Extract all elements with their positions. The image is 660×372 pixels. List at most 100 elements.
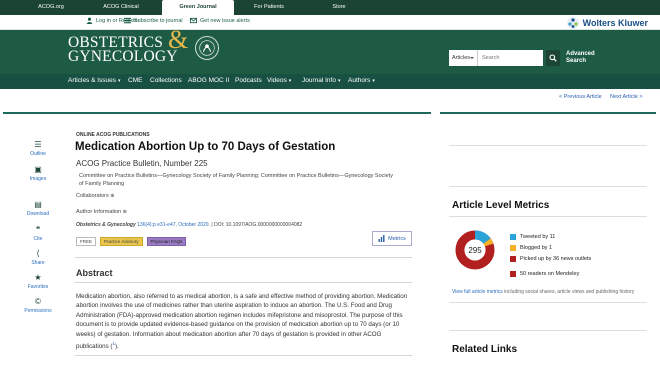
publisher-logo[interactable]: Wolters Kluwer <box>566 17 648 29</box>
alerts-link[interactable]: Get new issue alerts <box>190 17 250 24</box>
subscribe-label: Subscribe to journal <box>134 17 183 24</box>
abstract-heading: Abstract <box>76 268 113 278</box>
legend-mendeley-label: 50 readers on Mendeley <box>520 271 580 277</box>
legend-tweeted[interactable]: Tweeted by 11 <box>510 234 555 240</box>
search-scope-select[interactable]: Articles <box>449 50 478 66</box>
nav-abog-moc[interactable]: ABOG MOC II <box>188 77 229 84</box>
history-link[interactable]: History ▾ <box>558 151 584 158</box>
nav-journal-info[interactable]: Journal Info ▾ <box>302 77 340 84</box>
sidebar-item-permissions[interactable]: © Permissions <box>20 298 56 315</box>
sidebar-item-share[interactable]: ⟨ Share <box>20 249 56 267</box>
abstract-body: Medication abortion, also referred to as… <box>76 293 408 351</box>
nav-podcasts[interactable]: Podcasts <box>235 77 262 84</box>
nav-authors-label: Authors <box>348 77 371 84</box>
nav-journal-info-label: Journal Info <box>302 77 336 84</box>
user-icon <box>86 17 93 24</box>
sidebar-item-label: Permissions <box>24 308 52 314</box>
sidebar-item-download[interactable]: ▤ Download <box>20 200 56 218</box>
sidebar-item-favorites[interactable]: ★ Favorites <box>20 273 56 291</box>
mendeley-swatch-icon <box>510 271 516 277</box>
subscribe-link[interactable]: Subscribe to journal <box>124 17 183 24</box>
previous-article-link[interactable]: < Previous Article <box>559 94 602 100</box>
collaborators-toggle[interactable]: Collaborators ⊕ <box>76 193 114 199</box>
author-information-toggle[interactable]: Author Information ⊕ <box>76 209 127 215</box>
main-nav: Articles & Issues ▾ CME Collections ABOG … <box>0 74 660 158</box>
file-download-icon: ▤ <box>34 200 42 209</box>
chevron-down-icon: ▾ <box>288 78 292 84</box>
nav-videos[interactable]: Videos ▾ <box>267 77 291 84</box>
top-network-nav: ACOG.org ACOG Clinical Green Journal For… <box>0 0 660 15</box>
publisher-name: Wolters Kluwer <box>582 18 648 28</box>
journal-header: OBSTETRICS GYNECOLOGY & Articles Advance… <box>0 27 660 74</box>
article-kicker: ONLINE ACOG PUBLICATIONS <box>76 132 150 138</box>
sidebar-item-cite[interactable]: ❝ Cite <box>20 226 56 243</box>
topnav-for-patients[interactable]: For Patients <box>234 0 304 15</box>
acog-seal-icon <box>195 36 219 60</box>
expand-icon: ⊕ <box>122 209 127 215</box>
full-metrics-rest: including social shares, article views a… <box>502 289 635 295</box>
divider <box>449 216 647 217</box>
article-authors: Committee on Practice Bulletins—Gynecolo… <box>79 173 393 187</box>
sidebar-item-outline[interactable]: ☰ Outline <box>20 140 56 158</box>
wolters-kluwer-logo-icon <box>566 17 579 29</box>
logo-ampersand: & <box>168 25 189 54</box>
search-button[interactable] <box>546 50 560 66</box>
full-metrics-link[interactable]: View full article metrics <box>452 289 503 295</box>
chevron-down-icon: ▾ <box>337 78 341 84</box>
logo-line-2: GYNECOLOGY <box>68 48 178 65</box>
divider <box>449 302 647 303</box>
full-metrics-line: View full article metrics including soci… <box>452 289 634 295</box>
advanced-search-link[interactable]: Advanced Search <box>566 51 598 65</box>
sidebar-item-label: Favorites <box>27 284 49 290</box>
related-links-heading: Related Links <box>452 344 518 355</box>
twitter-swatch-icon <box>510 234 516 240</box>
volume-issue[interactable]: 136(4):p e31-e47, October 2020. <box>137 222 210 228</box>
share-icon: ⟨ <box>36 249 40 258</box>
article-subtitle: ACOG Practice Bulletin, Number 225 <box>76 159 208 168</box>
right-panel <box>440 112 656 114</box>
search-input[interactable] <box>478 50 543 66</box>
mail-icon <box>190 17 197 24</box>
journal-logo[interactable]: OBSTETRICS GYNECOLOGY & <box>68 27 188 65</box>
nav-cme[interactable]: CME <box>128 77 142 84</box>
legend-blogged-label: Blogged by 1 <box>520 245 553 251</box>
abstract-text: Medication abortion, also referred to as… <box>76 292 410 352</box>
outline-icon: ☰ <box>34 140 42 149</box>
divider <box>75 257 412 258</box>
chevron-down-icon: ▾ <box>372 78 375 84</box>
topnav-acog-org[interactable]: ACOG.org <box>16 0 86 15</box>
next-article-link[interactable]: Next Article > <box>610 94 643 100</box>
blog-swatch-icon <box>510 245 516 251</box>
topnav-store[interactable]: Store <box>304 0 374 15</box>
topnav-acog-clinical[interactable]: ACOG Clinical <box>86 0 156 15</box>
legend-news-label: Picked up by 36 news outlets <box>520 256 592 262</box>
article-title: Medication Abortion Up to 70 Days of Ges… <box>75 141 336 153</box>
collaborators-label: Collaborators <box>76 193 109 199</box>
history-label: History <box>558 151 579 158</box>
nav-articles-issues[interactable]: Articles & Issues ▾ <box>68 77 121 84</box>
image-icon: ▣ <box>34 165 42 174</box>
author-information-label: Author Information <box>76 209 122 215</box>
altmetric-donut[interactable]: 295 <box>454 229 496 271</box>
nav-authors[interactable]: Authors ▾ <box>348 77 375 84</box>
sidebar-item-label: Images <box>29 176 47 182</box>
legend-news[interactable]: Picked up by 36 news outlets <box>510 256 591 262</box>
chevron-down-icon: ▾ <box>581 152 584 158</box>
journal-name: Obstetrics & Gynecology <box>76 222 136 228</box>
legend-tweeted-label: Tweeted by 11 <box>520 234 556 240</box>
divider <box>449 145 647 146</box>
citation-line: Obstetrics & Gynecology 136(4):p e31-e47… <box>76 222 303 228</box>
sidebar-item-label: Share <box>31 260 45 266</box>
star-icon: ★ <box>34 273 42 282</box>
legend-blogged[interactable]: Blogged by 1 <box>510 245 552 251</box>
divider <box>75 282 412 283</box>
practice-advisory-badge[interactable]: Practice Advisory <box>100 237 143 246</box>
chevron-down-icon: ▾ <box>118 78 121 84</box>
metrics-button[interactable]: Metrics <box>372 231 412 246</box>
physician-faqs-badge[interactable]: Physician FAQs <box>146 237 187 246</box>
topnav-green-journal[interactable]: Green Journal <box>162 0 234 15</box>
free-badge: FREE <box>76 237 97 246</box>
nav-collections[interactable]: Collections <box>150 77 182 84</box>
sidebar-item-images[interactable]: ▣ Images <box>20 165 56 183</box>
divider <box>449 186 647 187</box>
